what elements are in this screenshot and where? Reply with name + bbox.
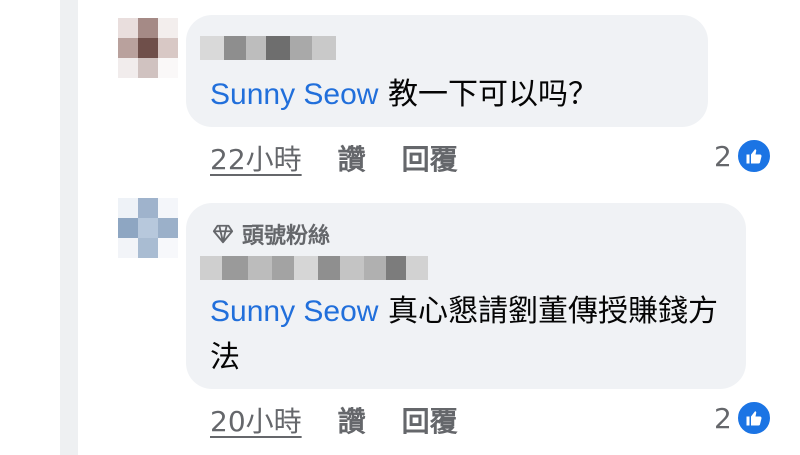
reaction-summary[interactable]: 2 — [714, 400, 772, 436]
reaction-count: 2 — [714, 401, 732, 435]
timestamp-link[interactable]: 20小時 — [210, 400, 302, 440]
comment-text: Sunny Seow 教一下可以吗？ — [210, 72, 598, 118]
comment-text: Sunny Seow 真心懇請劉董傳授賺錢方法 — [210, 289, 730, 381]
diamond-icon — [212, 224, 234, 244]
like-button[interactable]: 讚 — [338, 400, 366, 440]
timestamp-link[interactable]: 22小時 — [210, 138, 302, 178]
user-mention[interactable]: Sunny Seow — [210, 78, 378, 111]
reply-button[interactable]: 回覆 — [402, 138, 458, 178]
author-name-redacted[interactable] — [200, 256, 428, 280]
thread-line — [60, 0, 78, 455]
reaction-count: 2 — [714, 139, 732, 173]
reply-button[interactable]: 回覆 — [402, 400, 458, 440]
like-icon — [735, 400, 772, 436]
like-button[interactable]: 讚 — [338, 138, 366, 178]
like-icon — [735, 138, 772, 174]
reaction-summary[interactable]: 2 — [714, 138, 772, 174]
comment-actions: 22小時 讚 回覆 — [210, 138, 458, 178]
badge-label: 頭號粉絲 — [242, 224, 331, 249]
comment-body: 教一下可以吗？ — [388, 77, 598, 112]
avatar[interactable] — [118, 18, 178, 78]
user-mention[interactable]: Sunny Seow — [210, 295, 378, 328]
comment-actions: 20小時 讚 回覆 — [210, 400, 458, 440]
author-name-redacted[interactable] — [200, 36, 336, 60]
top-fan-badge: 頭號粉絲 — [212, 218, 330, 250]
avatar[interactable] — [118, 198, 178, 258]
